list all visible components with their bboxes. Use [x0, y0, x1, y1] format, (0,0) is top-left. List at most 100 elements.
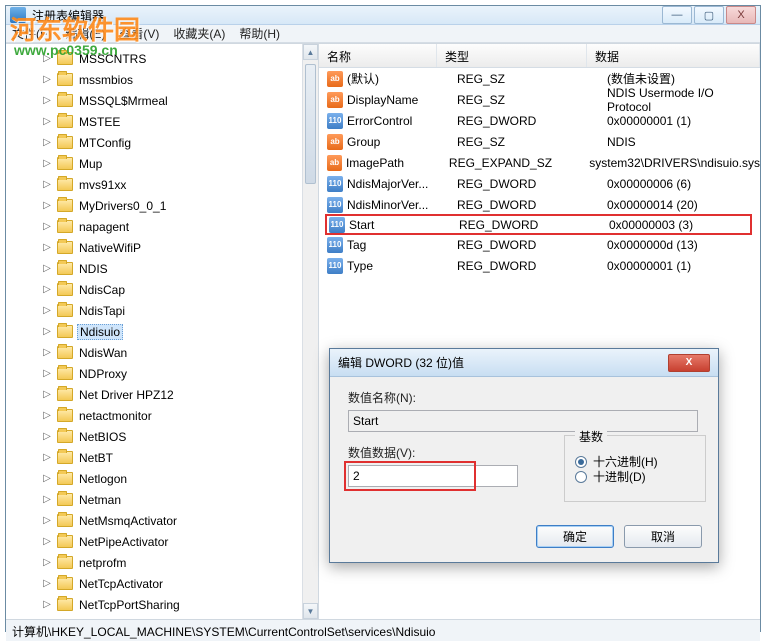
menu-favorites[interactable]: 收藏夹(A): [173, 25, 225, 42]
expand-icon[interactable]: ▷: [41, 74, 53, 85]
base-fieldset: 基数 十六进制(H) 十进制(D): [564, 435, 706, 502]
expand-icon[interactable]: ▷: [41, 431, 53, 442]
row-name: NdisMajorVer...: [347, 177, 457, 191]
tree-item[interactable]: ▷napagent: [41, 216, 318, 237]
tree-item[interactable]: ▷netactmonitor: [41, 405, 318, 426]
expand-icon[interactable]: ▷: [41, 557, 53, 568]
tree-item[interactable]: ▷ MSSCNTRS: [41, 48, 318, 69]
tree-item[interactable]: ▷netprofm: [41, 552, 318, 573]
close-button[interactable]: X: [726, 6, 756, 24]
expand-icon[interactable]: ▷: [41, 326, 53, 337]
tree-item[interactable]: ▷NDIS: [41, 258, 318, 279]
tree-item[interactable]: ▷MSSQL$Mrmeal: [41, 90, 318, 111]
scroll-thumb[interactable]: [305, 64, 316, 184]
folder-icon: [57, 451, 73, 464]
expand-icon[interactable]: ▷: [41, 494, 53, 505]
menu-view[interactable]: 查看(V): [119, 25, 159, 42]
expand-icon[interactable]: ▷: [41, 116, 53, 127]
tree-item-label: NDProxy: [77, 367, 129, 381]
list-row[interactable]: 110NdisMinorVer...REG_DWORD0x00000014 (2…: [319, 194, 760, 215]
expand-icon[interactable]: ▷: [41, 389, 53, 400]
titlebar[interactable]: 注册表编辑器 — ▢ X: [6, 6, 760, 25]
tree-item[interactable]: ▷NetPipeActivator: [41, 531, 318, 552]
expand-icon[interactable]: ▷: [41, 263, 53, 274]
tree-item-label: Ndisuio: [77, 324, 123, 340]
dialog-titlebar[interactable]: 编辑 DWORD (32 位)值 X: [330, 349, 718, 377]
tree-item[interactable]: ▷MTConfig: [41, 132, 318, 153]
expand-icon[interactable]: ▷: [41, 452, 53, 463]
row-name: Start: [349, 218, 459, 232]
expand-icon[interactable]: ▷: [41, 284, 53, 295]
tree-item[interactable]: ▷mssmbios: [41, 69, 318, 90]
list-row[interactable]: 110ErrorControlREG_DWORD0x00000001 (1): [319, 110, 760, 131]
list-row[interactable]: 110TypeREG_DWORD0x00000001 (1): [319, 255, 760, 276]
tree-item[interactable]: ▷Netlogon: [41, 468, 318, 489]
tree-item[interactable]: ▷MSTEE: [41, 111, 318, 132]
radio-hex[interactable]: [575, 456, 587, 468]
menu-file[interactable]: 文件(F): [12, 25, 51, 42]
tree-item[interactable]: ▷mvs91xx: [41, 174, 318, 195]
tree-item[interactable]: ▷NativeWifiP: [41, 237, 318, 258]
tree-pane[interactable]: ▷ MSSCNTRS ▷mssmbios▷MSSQL$Mrmeal▷MSTEE▷MT…: [6, 44, 319, 619]
scroll-up-icon[interactable]: ▲: [303, 44, 318, 60]
expand-icon[interactable]: ▷: [41, 578, 53, 589]
tree-scrollbar[interactable]: ▲ ▼: [302, 44, 318, 619]
tree-item[interactable]: ▷NetTcpActivator: [41, 573, 318, 594]
tree-item[interactable]: ▷NdisWan: [41, 342, 318, 363]
tree-item[interactable]: ▷NdisCap: [41, 279, 318, 300]
list-row[interactable]: abDisplayNameREG_SZNDIS Usermode I/O Pro…: [319, 89, 760, 110]
expand-icon[interactable]: ▷: [41, 473, 53, 484]
list-header: 名称 类型 数据: [319, 44, 760, 68]
expand-icon[interactable]: ▷: [41, 305, 53, 316]
expand-icon[interactable]: ▷: [41, 347, 53, 358]
expand-icon[interactable]: ▷: [41, 410, 53, 421]
tree-item[interactable]: ▷NetBT: [41, 447, 318, 468]
list-row[interactable]: abGroupREG_SZNDIS: [319, 131, 760, 152]
list-row[interactable]: 110NdisMajorVer...REG_DWORD0x00000006 (6…: [319, 173, 760, 194]
tree-item[interactable]: ▷NetTcpPortSharing: [41, 594, 318, 615]
tree-item[interactable]: ▷Netman: [41, 489, 318, 510]
menu-edit[interactable]: 编辑(E): [65, 25, 105, 42]
tree-item[interactable]: ▷Net Driver HPZ12: [41, 384, 318, 405]
list-row[interactable]: abImagePathREG_EXPAND_SZsystem32\DRIVERS…: [319, 152, 760, 173]
folder-icon: [57, 94, 73, 107]
tree-item-label: MSSCNTRS: [77, 52, 148, 66]
minimize-button[interactable]: —: [662, 6, 692, 24]
expand-icon[interactable]: ▷: [41, 599, 53, 610]
dialog-close-button[interactable]: X: [668, 354, 710, 372]
radio-dec-row[interactable]: 十进制(D): [575, 468, 695, 485]
ok-button[interactable]: 确定: [536, 525, 614, 548]
folder-icon: [57, 115, 73, 128]
folder-icon: [57, 304, 73, 317]
expand-icon[interactable]: ▷: [41, 158, 53, 169]
expand-icon[interactable]: ▷: [41, 242, 53, 253]
cancel-button[interactable]: 取消: [624, 525, 702, 548]
expand-icon[interactable]: ▷: [41, 95, 53, 106]
tree-item[interactable]: ▷NetBIOS: [41, 426, 318, 447]
tree-item[interactable]: ▷Mup: [41, 153, 318, 174]
tree-item[interactable]: ▷NetMsmqActivator: [41, 510, 318, 531]
value-name-input[interactable]: [348, 410, 698, 432]
expand-icon[interactable]: ▷: [41, 200, 53, 211]
list-row[interactable]: 110TagREG_DWORD0x0000000d (13): [319, 234, 760, 255]
dword-icon: 110: [329, 217, 345, 233]
expand-icon[interactable]: ▷: [41, 515, 53, 526]
col-data[interactable]: 数据: [587, 44, 760, 67]
expand-icon[interactable]: ▷: [41, 137, 53, 148]
tree-item[interactable]: ▷ NDProxy: [41, 363, 318, 384]
expand-icon[interactable]: ▷: [41, 536, 53, 547]
maximize-button[interactable]: ▢: [694, 6, 724, 24]
list-row[interactable]: 110StartREG_DWORD0x00000003 (3): [325, 214, 752, 235]
expand-icon[interactable]: ▷: [41, 179, 53, 190]
tree-item[interactable]: ▷MyDrivers0_0_1: [41, 195, 318, 216]
scroll-down-icon[interactable]: ▼: [303, 603, 318, 619]
col-type[interactable]: 类型: [437, 44, 587, 67]
tree-item[interactable]: ▷ Ndisuio: [41, 321, 318, 342]
radio-dec[interactable]: [575, 471, 587, 483]
expand-icon[interactable]: ▷: [41, 368, 53, 379]
expand-icon[interactable]: ▷: [41, 53, 53, 64]
expand-icon[interactable]: ▷: [41, 221, 53, 232]
menu-help[interactable]: 帮助(H): [239, 25, 280, 42]
tree-item[interactable]: ▷NdisTapi: [41, 300, 318, 321]
col-name[interactable]: 名称: [319, 44, 437, 67]
